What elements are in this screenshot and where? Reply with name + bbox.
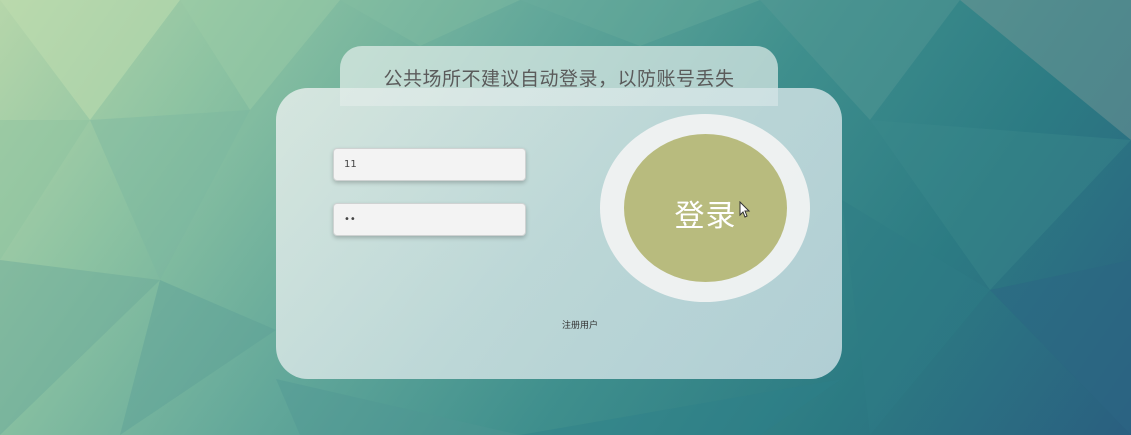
register-user-link[interactable]: 注册用户 [520, 318, 640, 331]
password-input[interactable] [333, 203, 526, 236]
mouse-cursor-icon [739, 201, 751, 218]
login-button[interactable]: 登录 [624, 134, 787, 282]
login-button-label: 登录 [674, 200, 737, 233]
username-input[interactable] [333, 148, 526, 181]
notice-text: 公共场所不建议自动登录，以防账号丢失 [383, 68, 735, 90]
